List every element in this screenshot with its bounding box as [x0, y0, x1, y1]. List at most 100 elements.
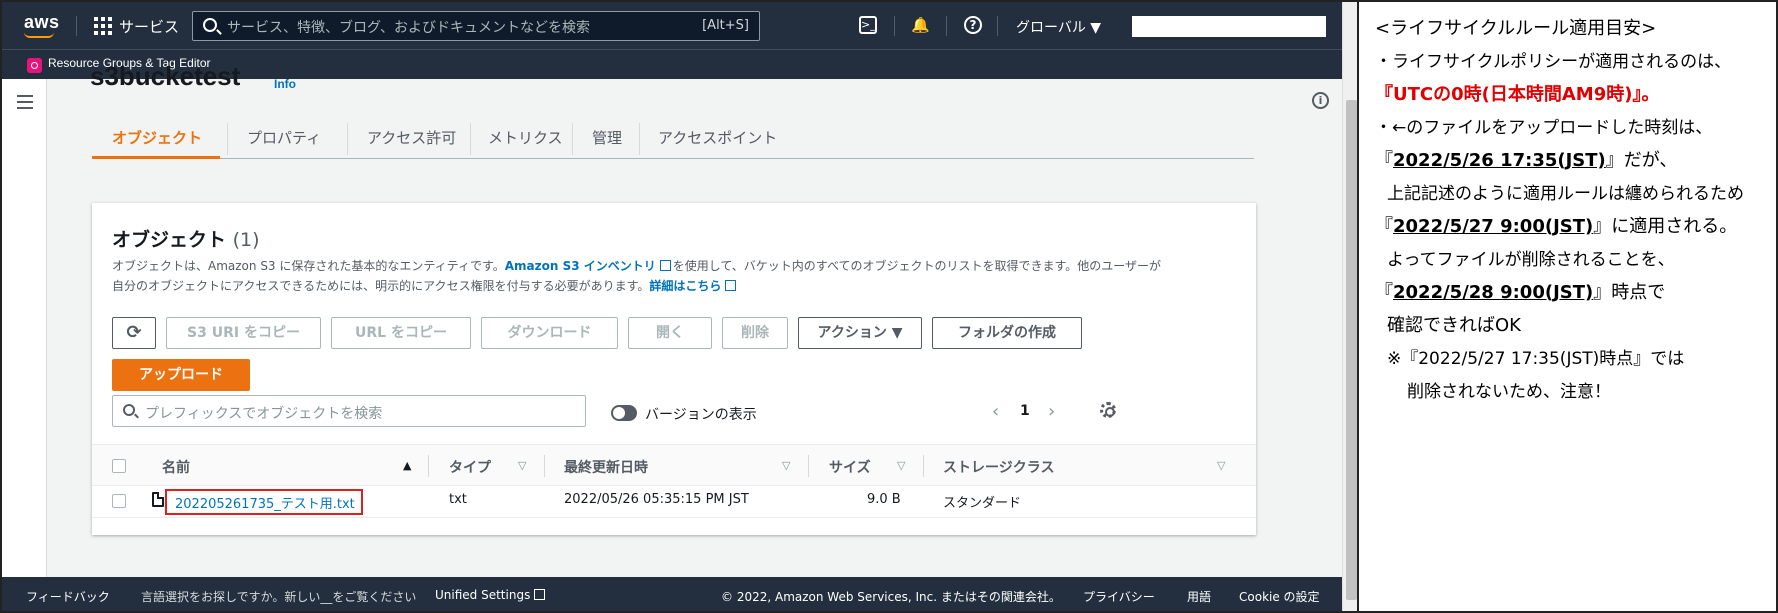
tab-metrics[interactable]: メトリクス [488, 119, 563, 159]
tab-access-points[interactable]: アクセスポイント [658, 119, 777, 159]
notifications-bell-icon[interactable]: 🔔 [911, 16, 930, 34]
top-navigation: aws サービス サービス、特徴、ブログ、およびドキュメントなどを検索 [Alt… [2, 2, 1357, 49]
info-link[interactable]: Info [274, 77, 296, 91]
note-line: 上記記述のように適用ルールは纏められるため [1387, 184, 1744, 204]
download-button[interactable]: ダウンロード [481, 317, 618, 349]
note-date: 2022/5/26 17:35(JST) [1393, 150, 1606, 171]
tab-properties[interactable]: プロパティ [247, 119, 321, 159]
tab-divider [347, 123, 348, 155]
tab-permissions[interactable]: アクセス許可 [367, 119, 456, 159]
column-divider [808, 455, 809, 477]
global-search-input[interactable]: サービス、特徴、ブログ、およびドキュメントなどを検索 [Alt+S] [192, 11, 760, 41]
column-divider [923, 455, 924, 477]
main-content: s3bucketest Info オブジェクト プロパティ アクセス許可 メトリ… [48, 61, 1299, 577]
note-line: ・ライフサイクルポリシーが適用されるのは、 [1375, 52, 1732, 72]
prefix-search-input[interactable]: プレフィックスでオブジェクトを検索 [112, 395, 586, 427]
external-link-icon [725, 280, 737, 291]
note-line: ・←のファイルをアップロードした時刻は、 [1375, 118, 1713, 138]
note-date: 2022/5/27 9:00(JST) [1393, 216, 1594, 237]
search-icon [123, 404, 135, 416]
next-page-icon[interactable]: › [1048, 401, 1055, 422]
search-placeholder: サービス、特徴、ブログ、およびドキュメントなどを検索 [227, 20, 591, 36]
copy-s3-uri-button[interactable]: S3 URI をコピー [166, 317, 321, 349]
column-type[interactable]: タイプ [449, 457, 491, 477]
object-name-link[interactable]: 202205261735_テスト用.txt [165, 489, 363, 515]
note-line: 削除されないため、注意！ [1407, 382, 1611, 402]
region-selector[interactable]: グローバル ▼ [1016, 17, 1101, 37]
learn-more-link[interactable]: 詳細はこちら [649, 279, 721, 293]
note-heading: <ライフサイクルルール適用目安> [1375, 18, 1657, 39]
actions-dropdown[interactable]: アクション ▼ [798, 317, 922, 349]
create-folder-button[interactable]: フォルダの作成 [932, 317, 1082, 349]
resource-groups-icon [27, 58, 42, 73]
cloudshell-icon[interactable]: >_ [859, 16, 877, 34]
terms-link[interactable]: 用語 [1187, 588, 1211, 605]
prev-page-icon[interactable]: ‹ [992, 401, 999, 422]
language-hint: 言語選択をお探しですか。新しい__をご覧ください [141, 590, 417, 604]
nav-divider [894, 16, 895, 36]
prefix-search-placeholder: プレフィックスでオブジェクトを検索 [145, 406, 383, 422]
account-menu[interactable] [1132, 16, 1326, 37]
select-all-checkbox[interactable] [112, 459, 126, 473]
object-count: (1) [232, 229, 260, 251]
inventory-link[interactable]: Amazon S3 インベントリ [505, 259, 656, 273]
table-settings-gear-icon[interactable] [1100, 402, 1116, 418]
privacy-link[interactable]: プライバシー [1083, 588, 1155, 605]
sort-icon[interactable]: ▽ [897, 459, 905, 472]
services-menu[interactable]: サービス [119, 16, 179, 37]
note-highlight: 『UTCの0時(日本時間AM9時)』。 [1375, 84, 1660, 105]
services-grid-icon[interactable] [94, 17, 112, 35]
column-last-modified[interactable]: 最終更新日時 [564, 457, 648, 477]
nav-divider [76, 16, 77, 36]
aws-logo-smile [24, 32, 54, 38]
object-type: txt [449, 492, 467, 507]
objects-panel: オブジェクト (1) オブジェクトは、Amazon S3 に保存された基本的なエ… [92, 203, 1256, 535]
table-header: 名前 ▲ タイプ ▽ 最終更新日時 ▽ サイズ ▽ ストレージクラス ▽ [92, 444, 1256, 486]
cookie-settings-link[interactable]: Cookie の設定 [1239, 588, 1320, 605]
feedback-link[interactable]: フィードバック [26, 588, 110, 605]
nav-divider [997, 16, 998, 36]
column-size[interactable]: サイズ [829, 457, 871, 477]
scrollbar-thumb[interactable] [1346, 100, 1357, 600]
note-line: ※『2022/5/27 17:35(JST)時点』では [1387, 349, 1685, 369]
note-date: 2022/5/28 9:00(JST) [1393, 282, 1594, 303]
aws-logo[interactable]: aws [24, 12, 60, 33]
sort-ascending-icon[interactable]: ▲ [403, 459, 411, 472]
refresh-button[interactable]: ⟳ [112, 317, 156, 349]
search-icon [203, 18, 217, 32]
tab-divider [470, 123, 471, 155]
unified-settings-link[interactable]: Unified Settings [435, 588, 547, 602]
tab-divider [639, 123, 640, 155]
object-storage-class: スタンダード [943, 496, 1022, 511]
help-icon[interactable]: ? [964, 16, 982, 34]
annotation-panel: <ライフサイクルルール適用目安> ・ライフサイクルポリシーが適用されるのは、 『… [1357, 0, 1778, 613]
menu-hamburger-icon[interactable] [17, 95, 33, 113]
open-button[interactable]: 開く [628, 317, 712, 349]
side-nav-rail [2, 79, 47, 577]
table-row: 202205261735_テスト用.txt txt 2022/05/26 05:… [92, 486, 1256, 518]
sort-icon[interactable]: ▽ [1217, 459, 1225, 472]
copy-url-button[interactable]: URL をコピー [331, 317, 471, 349]
current-page[interactable]: 1 [1020, 403, 1030, 419]
info-panel-icon[interactable]: i [1312, 92, 1329, 109]
copyright: © 2022, Amazon Web Services, Inc. またはその関… [721, 590, 1061, 604]
column-storage-class[interactable]: ストレージクラス [943, 457, 1054, 477]
panel-description: オブジェクトは、Amazon S3 に保存された基本的なエンティティです。Ama… [112, 259, 1162, 273]
note-line: 『2022/5/26 17:35(JST)』だが、 [1375, 150, 1678, 171]
file-icon [152, 492, 164, 507]
sort-icon[interactable]: ▽ [518, 459, 526, 472]
upload-button[interactable]: アップロード [112, 359, 250, 391]
row-checkbox[interactable] [112, 494, 126, 508]
column-name[interactable]: 名前 [162, 457, 190, 477]
sort-icon[interactable]: ▽ [782, 459, 790, 472]
tab-objects[interactable]: オブジェクト [92, 119, 221, 159]
external-link-icon [659, 260, 671, 271]
object-size: 9.0 B [867, 492, 901, 507]
page-scrollbar[interactable] [1342, 2, 1357, 611]
tab-management[interactable]: 管理 [592, 119, 622, 159]
bucket-title: s3bucketest [90, 61, 241, 91]
column-divider [544, 455, 545, 477]
delete-button[interactable]: 削除 [722, 317, 788, 349]
note-line: 『2022/5/28 9:00(JST)』時点で [1375, 282, 1666, 303]
show-versions-toggle[interactable] [611, 405, 637, 421]
